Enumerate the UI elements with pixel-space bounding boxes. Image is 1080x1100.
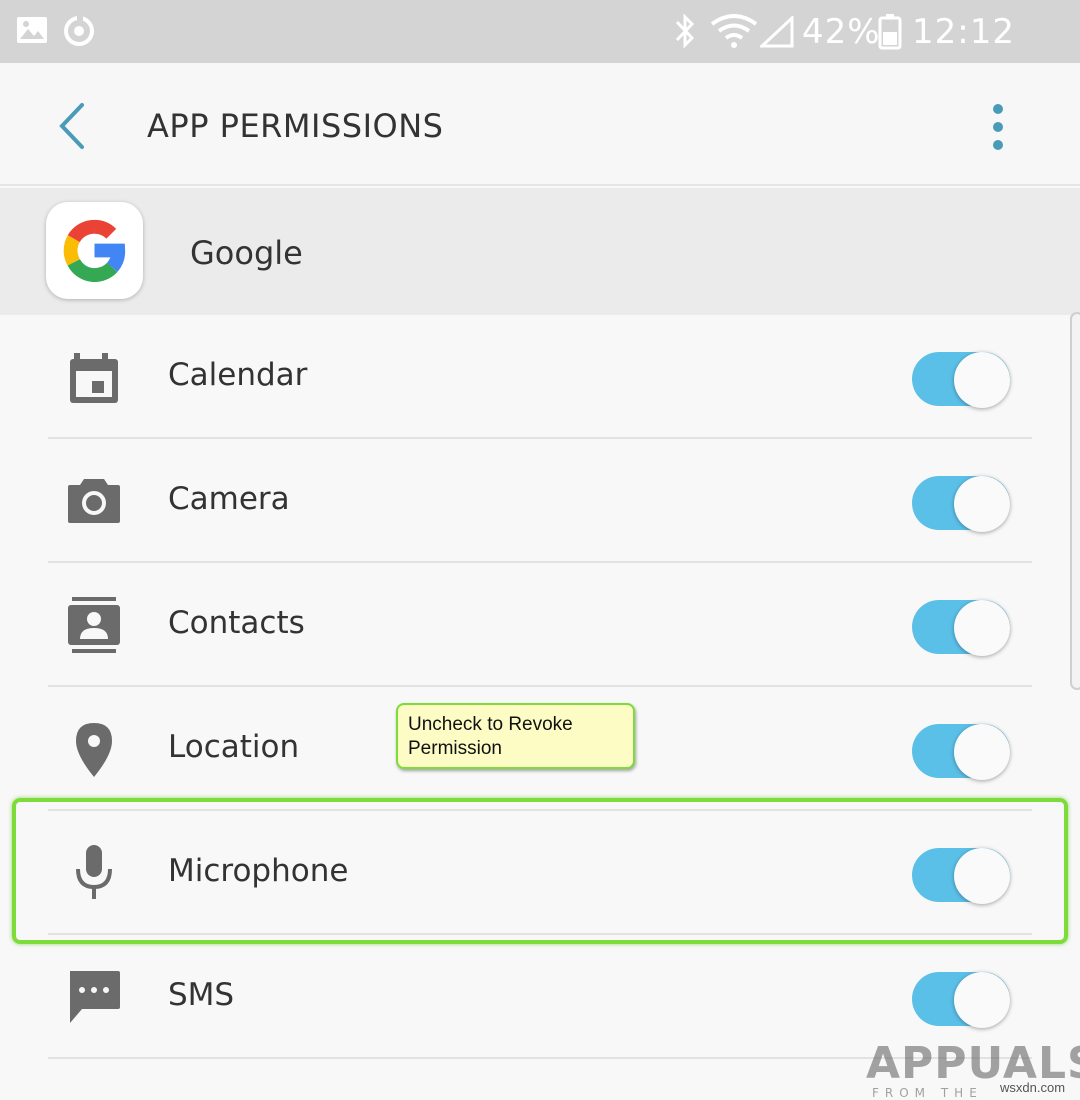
site-watermark: wsxdn.com bbox=[1000, 1080, 1066, 1095]
scroll-indicator[interactable] bbox=[1070, 312, 1080, 690]
callout-note: Uncheck to Revoke Permission bbox=[396, 703, 635, 769]
calendar-toggle[interactable] bbox=[912, 352, 1010, 408]
contacts-icon bbox=[68, 597, 120, 653]
app-header: Google bbox=[0, 188, 1080, 315]
sms-toggle[interactable] bbox=[912, 972, 1010, 1028]
battery-percent: 42% bbox=[802, 12, 881, 52]
microphone-icon bbox=[76, 845, 112, 899]
image-icon bbox=[17, 17, 47, 43]
back-button[interactable] bbox=[48, 101, 98, 151]
app-bar: APP PERMISSIONS bbox=[0, 63, 1080, 186]
bluetooth-icon bbox=[675, 13, 695, 49]
signal-icon bbox=[760, 16, 794, 48]
permission-label: SMS bbox=[168, 977, 235, 1013]
app-name: Google bbox=[190, 234, 303, 272]
more-vert-icon bbox=[993, 104, 1003, 150]
permission-row-calendar[interactable]: Calendar bbox=[0, 315, 1080, 439]
location-toggle[interactable] bbox=[912, 724, 1010, 780]
permission-row-contacts[interactable]: Contacts bbox=[0, 563, 1080, 687]
more-options-button[interactable] bbox=[978, 103, 1018, 151]
page-title: APP PERMISSIONS bbox=[147, 107, 444, 145]
chevron-left-icon bbox=[59, 103, 84, 149]
calendar-icon bbox=[70, 353, 118, 403]
permission-label: Location bbox=[168, 729, 300, 765]
camera-icon bbox=[68, 479, 120, 523]
permission-label: Calendar bbox=[168, 357, 308, 393]
sms-icon bbox=[70, 971, 120, 1023]
microphone-toggle[interactable] bbox=[912, 848, 1010, 904]
permission-row-camera[interactable]: Camera bbox=[0, 439, 1080, 563]
location-pin-icon bbox=[76, 723, 112, 777]
permission-label: Microphone bbox=[168, 853, 349, 889]
battery-icon bbox=[878, 14, 902, 50]
wifi-icon bbox=[710, 14, 758, 48]
google-logo-icon bbox=[46, 202, 143, 299]
sync-icon bbox=[64, 14, 94, 46]
contacts-toggle[interactable] bbox=[912, 600, 1010, 656]
status-bar: 42% 12:12 pm bbox=[0, 0, 1080, 92]
permission-label: Contacts bbox=[168, 605, 305, 641]
camera-toggle[interactable] bbox=[912, 476, 1010, 532]
permission-row-microphone[interactable]: Microphone bbox=[0, 811, 1080, 935]
permission-label: Camera bbox=[168, 481, 290, 517]
